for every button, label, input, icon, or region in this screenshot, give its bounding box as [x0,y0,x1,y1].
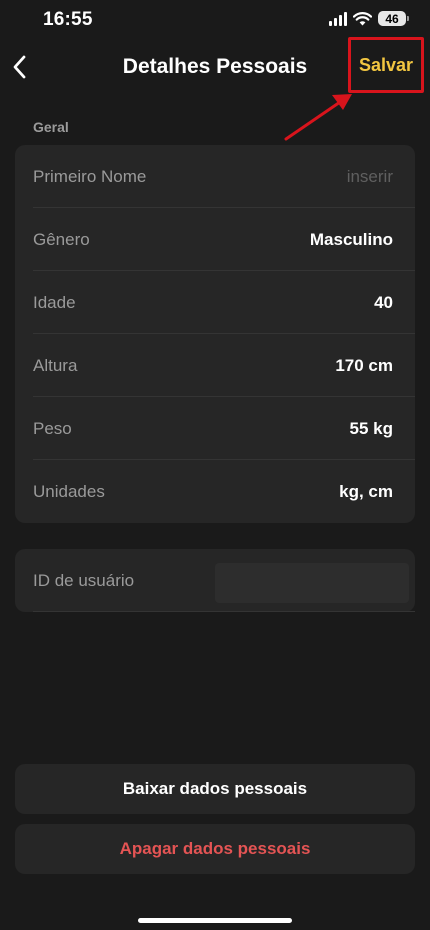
download-data-button[interactable]: Baixar dados pessoais [15,764,415,814]
save-button[interactable]: Salvar [359,55,413,76]
general-card: Primeiro Nome inserir Gênero Masculino I… [15,145,415,523]
cellular-signal-icon [329,11,347,26]
navigation-bar: Detalhes Pessoais Salvar [0,37,430,96]
status-icons: 46 [329,11,409,26]
row-label: Idade [33,292,76,312]
height-value[interactable]: 170 cm [335,356,393,376]
row-label: Altura [33,355,78,375]
row-units[interactable]: Unidades kg, cm [15,460,415,523]
user-id-label: ID de usuário [33,570,135,590]
gender-value[interactable]: Masculino [310,230,393,250]
row-label: Unidades [33,481,105,501]
home-indicator [138,918,292,923]
row-label: Gênero [33,229,90,249]
user-id-card: ID de usuário [15,549,415,612]
row-label: Peso [33,418,72,438]
battery-icon: 46 [378,11,409,26]
save-button-highlight[interactable]: Salvar [348,37,424,93]
row-weight[interactable]: Peso 55 kg [15,397,415,460]
units-value[interactable]: kg, cm [339,482,393,502]
weight-value[interactable]: 55 kg [350,419,393,439]
row-gender[interactable]: Gênero Masculino [15,208,415,271]
status-time: 16:55 [43,9,93,30]
user-id-field[interactable] [215,563,409,603]
row-label: Primeiro Nome [33,166,147,186]
delete-data-button[interactable]: Apagar dados pessoais [15,824,415,874]
status-bar: 16:55 46 [0,0,430,40]
row-age[interactable]: Idade 40 [15,271,415,334]
section-label-general: Geral [33,119,69,135]
battery-level: 46 [385,11,399,26]
first-name-input[interactable]: inserir [347,167,393,187]
row-first-name[interactable]: Primeiro Nome inserir [15,145,415,208]
wifi-icon [353,11,372,25]
row-height[interactable]: Altura 170 cm [15,334,415,397]
age-value[interactable]: 40 [374,293,393,313]
